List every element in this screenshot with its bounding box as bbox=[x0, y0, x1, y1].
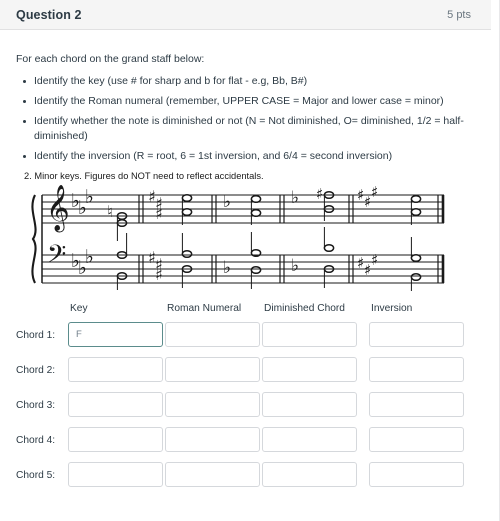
input-chord-4-roman-numeral[interactable] bbox=[165, 427, 260, 452]
page-title: Question 2 bbox=[16, 7, 82, 22]
input-chord-5-roman-numeral[interactable] bbox=[165, 462, 260, 487]
input-chord-1-roman-numeral[interactable] bbox=[165, 322, 260, 347]
input-chord-3-inversion[interactable] bbox=[369, 392, 464, 417]
chord-5-key-signature-sharps: ♯ ♯ ♯ ♯ ♯ ♯ bbox=[357, 185, 378, 279]
chord-3-notes bbox=[250, 194, 262, 289]
svg-text:♭: ♭ bbox=[291, 188, 299, 208]
input-chord-2-inversion[interactable] bbox=[369, 357, 464, 382]
svg-text:♮: ♮ bbox=[107, 202, 113, 221]
bass-clef-icon: 𝄢 bbox=[47, 240, 66, 275]
input-chord-1-inversion[interactable] bbox=[369, 322, 464, 347]
column-header-diminished-chord: Diminished Chord bbox=[264, 303, 345, 314]
input-chord-5-diminished-chord[interactable] bbox=[262, 462, 357, 487]
svg-text:𝄢: 𝄢 bbox=[47, 240, 66, 275]
treble-clef-icon: 𝄞 bbox=[46, 185, 70, 233]
list-item: Identify the inversion (R = root, 6 = 1s… bbox=[23, 149, 476, 165]
input-chord-1-diminished-chord[interactable] bbox=[262, 322, 357, 347]
chord-2-key-signature-sharps: ♯ ♯ ♯ ♯ ♯ ♯ bbox=[148, 187, 163, 284]
table-row: Chord 2: bbox=[0, 355, 491, 390]
row-label-chord-1: Chord 1: bbox=[16, 330, 56, 341]
key-signature-flats-treble: ♭ ♭ ♭ bbox=[71, 186, 94, 219]
input-chord-3-roman-numeral[interactable] bbox=[165, 392, 260, 417]
input-chord-3-key[interactable] bbox=[68, 392, 163, 417]
svg-text:♯: ♯ bbox=[155, 204, 163, 223]
score-image-block: 2. Minor keys. Figures do NOT need to re… bbox=[18, 171, 468, 296]
table-row: Chord 3: bbox=[0, 390, 491, 425]
input-chord-5-inversion[interactable] bbox=[369, 462, 464, 487]
list-item: Identify whether the note is diminished … bbox=[23, 114, 476, 146]
svg-text:♭: ♭ bbox=[85, 246, 94, 268]
grand-staff: 𝄞 𝄢 ♭ ♭ ♭ ♭ ♭ ♭ ♮ ♯ ♯ ♯ ♯ ♯ ♯ ♭ ♭ ♭ ♭ ♯ … bbox=[24, 185, 461, 293]
row-label-chord-4: Chord 4: bbox=[16, 435, 56, 446]
score-caption: 2. Minor keys. Figures do NOT need to re… bbox=[24, 171, 264, 181]
table-row: Chord 5: bbox=[0, 460, 491, 495]
points-badge: 5 pts bbox=[447, 8, 471, 21]
input-chord-2-roman-numeral[interactable] bbox=[165, 357, 260, 382]
list-item: Identify the key (use # for sharp and b … bbox=[23, 74, 476, 90]
svg-text:♭: ♭ bbox=[223, 192, 231, 212]
grand-staff-notation: 𝄞 𝄢 ♭ ♭ ♭ ♭ ♭ ♭ ♮ ♯ ♯ ♯ ♯ ♯ ♯ ♭ ♭ ♭ ♭ ♯ … bbox=[31, 185, 445, 291]
column-headers: Key Roman Numeral Diminished Chord Inver… bbox=[0, 303, 491, 320]
svg-text:♭: ♭ bbox=[85, 186, 94, 208]
final-barline bbox=[437, 195, 445, 283]
svg-text:♯: ♯ bbox=[371, 185, 378, 201]
question-header: Question 2 5 pts bbox=[0, 0, 491, 30]
table-row: Chord 1: F bbox=[0, 320, 491, 355]
instructions-lead: For each chord on the grand staff below: bbox=[16, 53, 205, 65]
instructions-block: For each chord on the grand staff below:… bbox=[16, 52, 476, 169]
chord-1-notes: ♮ bbox=[107, 202, 128, 290]
input-chord-2-diminished-chord[interactable] bbox=[262, 357, 357, 382]
list-item: Identify the Roman numeral (remember, UP… bbox=[23, 94, 476, 110]
system-brace bbox=[31, 194, 37, 284]
row-label-chord-3: Chord 3: bbox=[16, 400, 56, 411]
svg-text:♯: ♯ bbox=[316, 185, 323, 203]
chord-5-notes bbox=[410, 194, 422, 291]
chord-3-accidentals: ♭ ♭ bbox=[223, 192, 231, 278]
input-chord-4-diminished-chord[interactable] bbox=[262, 427, 357, 452]
chord-4-notes bbox=[323, 190, 335, 288]
row-label-chord-5: Chord 5: bbox=[16, 470, 56, 481]
input-chord-4-key[interactable] bbox=[68, 427, 163, 452]
question-page: Question 2 5 pts For each chord on the g… bbox=[0, 0, 500, 521]
answers-grid: Key Roman Numeral Diminished Chord Inver… bbox=[0, 303, 491, 495]
svg-text:♯: ♯ bbox=[371, 251, 378, 269]
column-header-roman-numeral: Roman Numeral bbox=[167, 303, 242, 314]
input-chord-2-key[interactable] bbox=[68, 357, 163, 382]
input-chord-1-key[interactable]: F bbox=[68, 322, 163, 347]
input-chord-5-key[interactable] bbox=[68, 462, 163, 487]
svg-text:♭: ♭ bbox=[291, 256, 299, 276]
input-chord-3-diminished-chord[interactable] bbox=[262, 392, 357, 417]
svg-text:♭: ♭ bbox=[223, 258, 231, 278]
svg-text:𝄞: 𝄞 bbox=[46, 185, 70, 233]
table-row: Chord 4: bbox=[0, 425, 491, 460]
input-chord-4-inversion[interactable] bbox=[369, 427, 464, 452]
svg-text:♯: ♯ bbox=[155, 265, 163, 284]
column-header-inversion: Inversion bbox=[371, 303, 413, 314]
instructions-list: Identify the key (use # for sharp and b … bbox=[16, 74, 476, 165]
row-label-chord-2: Chord 2: bbox=[16, 365, 56, 376]
column-header-key: Key bbox=[70, 303, 88, 314]
key-signature-flats-bass: ♭ ♭ ♭ bbox=[71, 246, 94, 279]
